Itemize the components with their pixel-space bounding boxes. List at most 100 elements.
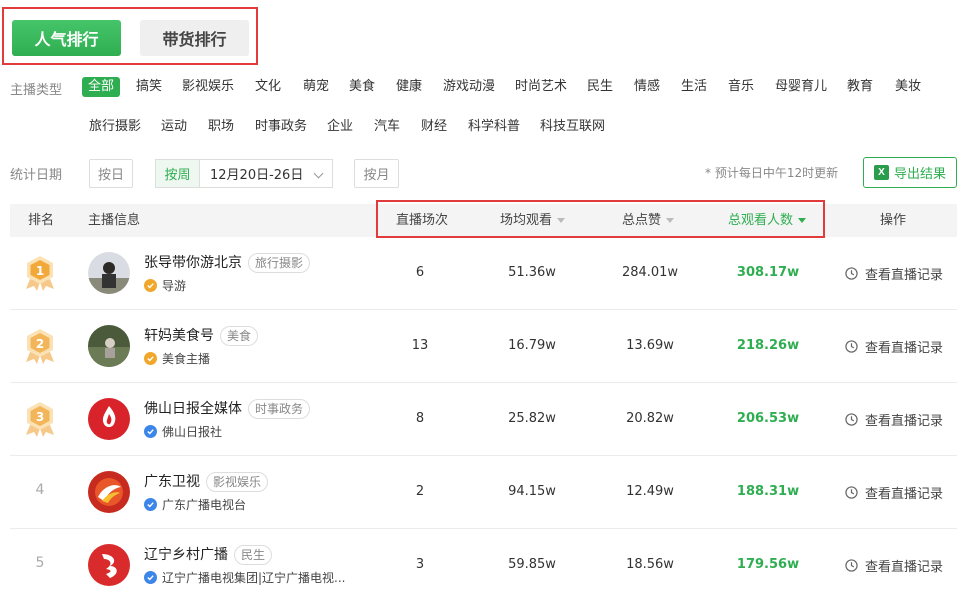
category-categories_row1-3[interactable]: 文化 [255, 77, 281, 97]
table-row: 1 张导带你游北京 旅行摄影 导游 6 51.36w 284.01w 308.17… [10, 237, 957, 310]
avatar[interactable] [88, 252, 130, 294]
clock-icon [845, 413, 858, 426]
update-note: * 预计每日中午12时更新 [705, 166, 839, 180]
anchor-name[interactable]: 广东卫视 [144, 474, 200, 490]
verification-line: 辽宁广播电视集团|辽宁广播电视... [144, 569, 346, 586]
verified-icon [144, 425, 157, 438]
anchor-name[interactable]: 张导带你游北京 [144, 255, 242, 271]
clock-icon [845, 486, 858, 499]
week-button[interactable]: 按周 [156, 160, 200, 187]
category-categories_row1-0[interactable]: 全部 [82, 77, 121, 97]
category-categories_row1-11[interactable]: 生活 [681, 77, 707, 97]
date-filter-label: 统计日期 [10, 168, 63, 183]
category-filter-label: 主播类型 [10, 83, 63, 98]
view-live-records-label: 查看直播记录 [865, 414, 944, 429]
day-button[interactable]: 按日 [89, 159, 133, 188]
category-categories_row1-9[interactable]: 民生 [587, 77, 613, 97]
category-categories_row2-2[interactable]: 职场 [208, 117, 234, 137]
rank-medal-number: 2 [36, 337, 44, 351]
anchor-name-line: 轩妈美食号 美食 [144, 325, 259, 346]
category-categories_row1-13[interactable]: 母婴育儿 [775, 77, 827, 97]
anchor-name-line: 张导带你游北京 旅行摄影 [144, 252, 311, 273]
category-categories_row1-7[interactable]: 游戏动漫 [443, 77, 495, 97]
header-avg-viewers[interactable]: 场均观看 [500, 204, 566, 237]
header-avg-viewers-label: 场均观看 [500, 213, 553, 228]
likes-value: 12.49w [626, 484, 674, 499]
tab-popularity[interactable]: 人气排行 [12, 20, 121, 56]
rank-medal-icon: 2 [24, 328, 56, 364]
verification-text: 导游 [162, 279, 187, 293]
avg-viewers-value: 94.15w [508, 484, 556, 499]
view-live-records-link[interactable]: 查看直播记录 [845, 264, 943, 283]
likes-value: 20.82w [626, 411, 674, 426]
verified-icon [144, 279, 157, 292]
anchor-name[interactable]: 轩妈美食号 [144, 328, 214, 344]
category-categories_row1-5[interactable]: 美食 [349, 77, 375, 97]
ranking-tab-group: 人气排行 带货排行 [2, 7, 258, 65]
anchor-name-line: 辽宁乡村广播 民生 [144, 544, 273, 565]
category-categories_row1-8[interactable]: 时尚艺术 [515, 77, 567, 97]
category-categories_row1-15[interactable]: 美妆 [895, 77, 921, 97]
view-live-records-link[interactable]: 查看直播记录 [845, 337, 943, 356]
view-live-records-label: 查看直播记录 [865, 560, 944, 575]
table-row: 4 广东卫视 影视娱乐 广东广播电视台 2 94.15w 12.49w 188.3… [10, 456, 957, 529]
category-categories_row1-1[interactable]: 搞笑 [136, 77, 162, 97]
category-categories_row2-4[interactable]: 企业 [327, 117, 353, 137]
sort-down-icon [666, 218, 675, 223]
category-tag: 旅行摄影 [248, 253, 311, 273]
category-tag: 美食 [220, 326, 259, 346]
verification-text: 广东广播电视台 [162, 498, 247, 512]
category-tag: 影视娱乐 [206, 472, 269, 492]
header-total-viewers[interactable]: 总观看人数 [728, 204, 807, 237]
clock-icon [845, 559, 858, 572]
table-header: 排名 主播信息 直播场次 场均观看 总点赞 总观看人数 操作 [10, 204, 957, 237]
view-live-records-label: 查看直播记录 [865, 341, 944, 356]
category-categories_row2-0[interactable]: 旅行摄影 [89, 117, 141, 137]
view-live-records-link[interactable]: 查看直播记录 [845, 556, 943, 575]
category-categories_row1-12[interactable]: 音乐 [728, 77, 754, 97]
avatar[interactable] [88, 471, 130, 513]
sort-down-icon [557, 218, 566, 223]
sessions-value: 3 [415, 557, 425, 572]
total-viewers-value: 218.26w [736, 338, 800, 353]
avatar[interactable] [88, 398, 130, 440]
header-anchor: 主播信息 [88, 213, 141, 228]
view-live-records-link[interactable]: 查看直播记录 [845, 483, 943, 502]
category-categories_row2-5[interactable]: 汽车 [374, 117, 400, 137]
rank-medal-icon: 3 [24, 401, 56, 437]
week-range-dropdown[interactable]: 12月20日-26日 [200, 160, 332, 187]
verified-icon [144, 352, 157, 365]
category-categories_row2-8[interactable]: 科技互联网 [540, 117, 605, 137]
export-label: 导出结果 [893, 167, 946, 182]
anchor-name[interactable]: 辽宁乡村广播 [144, 547, 228, 563]
header-likes[interactable]: 总点赞 [622, 204, 675, 237]
sessions-value: 13 [411, 338, 429, 353]
month-button[interactable]: 按月 [354, 159, 399, 188]
category-categories_row1-14[interactable]: 教育 [847, 77, 873, 97]
category-categories_row1-4[interactable]: 萌宠 [303, 77, 329, 97]
avg-viewers-value: 59.85w [508, 557, 556, 572]
verification-line: 广东广播电视台 [144, 496, 246, 513]
verified-icon [144, 571, 157, 584]
excel-icon: X [873, 165, 889, 180]
rank-number: 5 [35, 555, 45, 571]
avatar[interactable] [88, 325, 130, 367]
category-categories_row1-10[interactable]: 情感 [634, 77, 660, 97]
table-row: 5 辽宁乡村广播 民生 辽宁广播电视集团|辽宁广播电视... 3 59.85w 1… [10, 529, 957, 601]
total-viewers-value: 308.17w [736, 265, 800, 280]
export-button[interactable]: X 导出结果 [863, 157, 957, 188]
category-categories_row2-1[interactable]: 运动 [161, 117, 187, 137]
category-categories_row2-6[interactable]: 财经 [421, 117, 447, 137]
category-categories_row2-7[interactable]: 科学科普 [468, 117, 520, 137]
category-categories_row1-6[interactable]: 健康 [396, 77, 422, 97]
category-categories_row2-3[interactable]: 时事政务 [255, 117, 307, 137]
avg-viewers-value: 51.36w [508, 265, 556, 280]
tab-sales[interactable]: 带货排行 [140, 20, 249, 56]
avatar[interactable] [88, 544, 130, 586]
view-live-records-link[interactable]: 查看直播记录 [845, 410, 943, 429]
header-sessions[interactable]: 直播场次 [396, 204, 448, 237]
header-likes-label: 总点赞 [622, 213, 662, 228]
category-categories_row1-2[interactable]: 影视娱乐 [182, 77, 234, 97]
anchor-name[interactable]: 佛山日报全媒体 [144, 401, 242, 417]
chevron-down-icon [313, 168, 324, 179]
